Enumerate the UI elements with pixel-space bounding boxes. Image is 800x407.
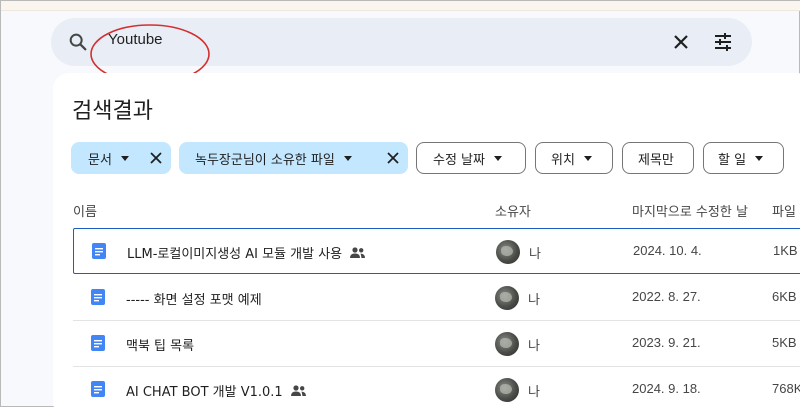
google-docs-icon	[92, 243, 106, 259]
page-title: 검색결과	[72, 99, 153, 124]
modified-date: 2024. 9. 18.	[632, 381, 701, 396]
table-row[interactable]: 맥북 팁 목록 나 2023. 9. 21. 5KB	[73, 321, 800, 367]
chevron-down-icon	[755, 155, 764, 161]
search-bar[interactable]: Youtube	[51, 18, 752, 66]
modified-date: 2022. 8. 27.	[632, 289, 701, 304]
filter-chip-modified-date[interactable]: 수정 날짜	[416, 142, 526, 174]
chevron-down-icon	[493, 155, 502, 161]
modified-date: 2023. 9. 21.	[632, 335, 701, 350]
filter-chip-label: 위치	[551, 152, 575, 168]
close-icon	[387, 152, 399, 164]
people-icon	[290, 384, 306, 396]
file-name[interactable]: LLM-로컬이미지생성 AI 모듈 개발 사용	[127, 243, 366, 262]
table-row[interactable]: LLM-로컬이미지생성 AI 모듈 개발 사용 나 2024. 10. 4. 1…	[73, 228, 800, 274]
table-row[interactable]: AI CHAT BOT 개발 V1.0.1 나 2024. 9. 18. 768…	[73, 367, 800, 407]
remove-filter-owner-button[interactable]	[378, 142, 408, 174]
google-docs-icon	[91, 289, 105, 305]
filter-chip-label: 제목만	[638, 152, 674, 168]
file-name[interactable]: AI CHAT BOT 개발 V1.0.1	[126, 381, 307, 400]
file-name-text: AI CHAT BOT 개발 V1.0.1	[126, 385, 283, 400]
column-header-owner[interactable]: 소유자	[495, 201, 531, 220]
avatar	[495, 378, 519, 402]
filter-chip-todo[interactable]: 할 일	[703, 142, 784, 174]
file-size: 5KB	[772, 335, 797, 350]
filter-chip-label: 문서	[88, 152, 112, 168]
file-size: 6KB	[772, 289, 797, 304]
search-icon[interactable]	[67, 31, 89, 53]
chevron-down-icon	[583, 155, 592, 161]
owner-label: 나	[528, 293, 540, 308]
filter-chip-location[interactable]: 위치	[535, 142, 613, 174]
filter-chip-title-only[interactable]: 제목만	[622, 142, 694, 174]
avatar	[495, 286, 519, 310]
file-size: 1KB	[773, 243, 798, 258]
close-icon[interactable]	[669, 30, 693, 54]
file-name[interactable]: ----- 화면 설정 포맷 예제	[126, 289, 262, 308]
file-size: 768K	[772, 381, 800, 396]
column-header-name[interactable]: 이름	[73, 201, 97, 220]
owner-label: 나	[528, 385, 540, 400]
tune-icon[interactable]	[711, 30, 735, 54]
filter-chip-label: 녹두장군님이 소유한 파일	[195, 152, 335, 168]
google-docs-icon	[91, 381, 105, 397]
file-name[interactable]: 맥북 팁 목록	[126, 335, 194, 354]
column-header-size[interactable]: 파일	[772, 201, 796, 220]
filter-chip-type[interactable]: 문서	[71, 142, 141, 174]
search-input[interactable]: Youtube	[108, 31, 163, 48]
google-docs-icon	[91, 335, 105, 351]
remove-filter-type-button[interactable]	[141, 142, 171, 174]
file-name-text: LLM-로컬이미지생성 AI 모듈 개발 사용	[127, 247, 343, 262]
close-icon	[150, 152, 162, 164]
avatar	[495, 332, 519, 356]
modified-date: 2024. 10. 4.	[633, 243, 702, 258]
people-icon	[350, 246, 366, 258]
top-strip	[1, 1, 800, 11]
filter-chip-owner[interactable]: 녹두장군님이 소유한 파일	[179, 142, 379, 174]
column-header-modified[interactable]: 마지막으로 수정한 날	[632, 201, 748, 220]
chevron-down-icon	[343, 155, 352, 161]
table-row[interactable]: ----- 화면 설정 포맷 예제 나 2022. 8. 27. 6KB	[73, 275, 800, 321]
owner-label: 나	[529, 247, 541, 262]
avatar	[496, 240, 520, 264]
chevron-down-icon	[120, 155, 129, 161]
file-name-text: ----- 화면 설정 포맷 예제	[126, 293, 262, 308]
filter-chip-label: 할 일	[718, 152, 747, 168]
owner-label: 나	[528, 339, 540, 354]
file-name-text: 맥북 팁 목록	[126, 339, 195, 354]
filter-chip-label: 수정 날짜	[433, 152, 485, 168]
